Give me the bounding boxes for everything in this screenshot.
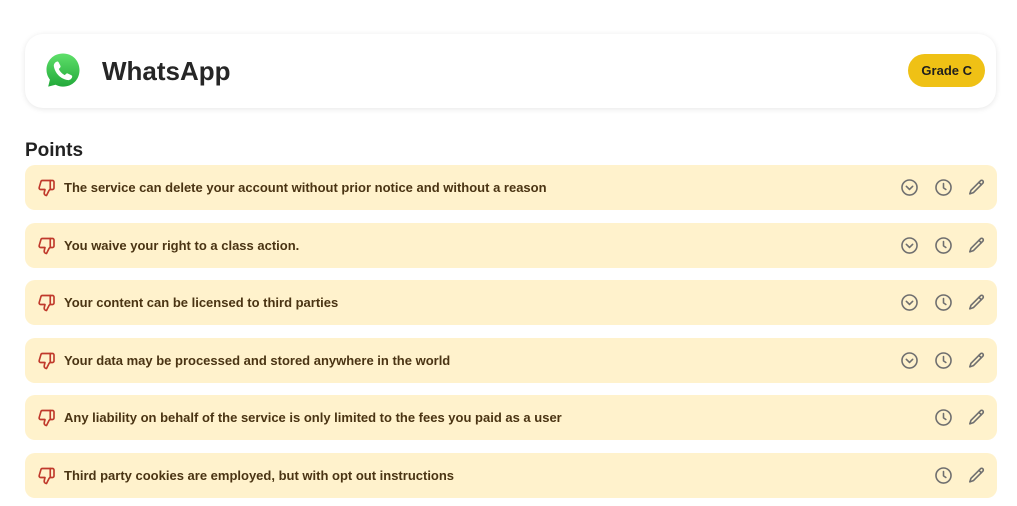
point-row[interactable]: Your content can be licensed to third pa… <box>25 280 997 326</box>
chevron-down-circle-icon[interactable] <box>900 236 919 255</box>
point-text: The service can delete your account with… <box>64 180 547 195</box>
point-row[interactable]: Third party cookies are employed, but wi… <box>25 452 997 498</box>
point-text: Third party cookies are employed, but wi… <box>64 467 455 483</box>
chevron-down-circle-icon[interactable] <box>900 351 919 370</box>
pencil-icon[interactable] <box>967 293 986 312</box>
grade-badge: Grade C <box>908 54 985 87</box>
clock-icon[interactable] <box>934 293 953 312</box>
clock-icon[interactable] <box>934 408 953 427</box>
page: WhatsApp Grade C Points The service can … <box>0 0 1017 506</box>
points-list: The service can delete your account with… <box>25 165 997 506</box>
thumbs-down-icon <box>37 294 56 312</box>
service-name: WhatsApp <box>102 56 231 86</box>
point-text: You waive your right to a class action. <box>64 237 300 253</box>
point-row[interactable]: Your data may be processed and stored an… <box>25 337 997 383</box>
thumbs-down-icon <box>37 467 56 485</box>
section-title: Points <box>25 140 84 161</box>
thumbs-down-icon <box>37 237 56 255</box>
service-header-card: WhatsApp Grade C <box>25 34 996 108</box>
point-text: Any liability on behalf of the service i… <box>64 410 562 426</box>
chevron-down-circle-icon[interactable] <box>900 293 919 312</box>
whatsapp-logo-icon <box>41 49 85 93</box>
point-row[interactable]: The service can delete your account with… <box>25 165 997 210</box>
pencil-icon[interactable] <box>967 408 986 427</box>
chevron-down-circle-icon[interactable] <box>900 178 919 197</box>
clock-icon[interactable] <box>934 466 953 485</box>
clock-icon[interactable] <box>934 178 953 197</box>
point-text: Your content can be licensed to third pa… <box>64 295 339 311</box>
thumbs-down-icon <box>37 409 56 427</box>
pencil-icon[interactable] <box>967 466 986 485</box>
point-text: Your data may be processed and stored an… <box>64 352 451 368</box>
clock-icon[interactable] <box>934 351 953 370</box>
pencil-icon[interactable] <box>967 236 986 255</box>
pencil-icon[interactable] <box>967 351 986 370</box>
thumbs-down-icon <box>37 179 56 197</box>
pencil-icon[interactable] <box>967 178 986 197</box>
clock-icon[interactable] <box>934 236 953 255</box>
point-row[interactable]: You waive your right to a class action. <box>25 222 997 268</box>
thumbs-down-icon <box>37 352 56 370</box>
point-row[interactable]: Any liability on behalf of the service i… <box>25 395 997 441</box>
